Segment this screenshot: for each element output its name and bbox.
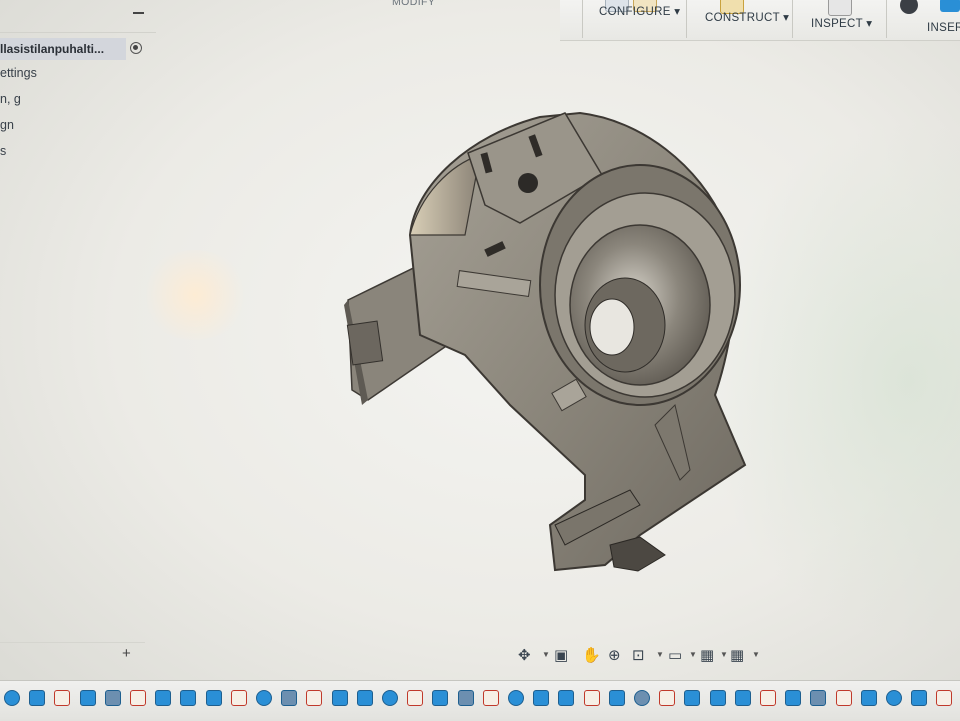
timeline-feature-icon[interactable] (734, 690, 751, 706)
tree-item-document-settings[interactable]: ettings (0, 66, 37, 80)
timeline-feature-icon[interactable] (205, 690, 222, 706)
timeline-feature-icon[interactable] (356, 690, 373, 706)
viewport-model[interactable] (340, 105, 760, 575)
toolbar-divider (886, 0, 887, 38)
through-hole (589, 298, 635, 356)
navigation-bar: ✥ ▼ ▣ ✋ ⊕ ⊡ ▼ ▭ ▼ ▦ ▼ ▦ ▼ (512, 642, 772, 668)
display-settings-icon[interactable]: ▭ (668, 646, 682, 664)
timeline-feature-icon[interactable] (659, 690, 676, 706)
chevron-down-icon[interactable]: ▼ (689, 650, 697, 659)
timeline-feature-icon[interactable] (54, 690, 71, 706)
timeline-feature-icon[interactable] (4, 690, 20, 706)
timeline-feature-icon[interactable] (810, 690, 827, 706)
pan-icon[interactable]: ✋ (582, 646, 601, 664)
timeline-feature-icon[interactable] (634, 690, 650, 706)
timeline-feature-icon[interactable] (331, 690, 348, 706)
construct-menu[interactable]: CONSTRUCT ▾ (705, 10, 789, 24)
modify-menu[interactable]: MODIFY (392, 0, 435, 8)
timeline-feature-icon[interactable] (407, 690, 424, 706)
timeline-feature-icon[interactable] (583, 690, 600, 706)
browser-panel: llasistilanpuhalti... ettings n, g gn s (0, 0, 160, 200)
timeline-feature-icon[interactable] (508, 690, 524, 706)
timeline-feature-icon[interactable] (760, 690, 776, 706)
timeline-feature-icon[interactable] (256, 690, 272, 706)
timeline-feature-icon[interactable] (180, 690, 197, 706)
timeline-feature-icon[interactable] (558, 690, 575, 706)
timeline-feature-icon[interactable] (281, 690, 298, 706)
inspect-menu[interactable]: INSPECT ▾ (811, 16, 872, 30)
top-toolbar: MODIFY CONFIGURE ▾ CONSTRUCT ▾ INSPECT ▾… (392, 0, 960, 41)
timeline-feature-icon[interactable] (104, 690, 121, 706)
toolbar-divider (792, 0, 793, 38)
timeline-feature-icon[interactable] (29, 690, 46, 706)
arm-tab (346, 320, 384, 366)
collapse-icon[interactable] (133, 12, 144, 14)
timeline-feature-icon[interactable] (306, 690, 323, 706)
orbit-icon[interactable]: ✥ (518, 646, 531, 664)
timeline-feature-icon[interactable] (608, 690, 625, 706)
add-comment-button[interactable]: + (122, 645, 131, 662)
document-node[interactable]: llasistilanpuhalti... (0, 38, 126, 60)
screen-glare (140, 250, 250, 340)
timeline-feature-icon[interactable] (130, 690, 146, 706)
insert-menu[interactable]: INSER (927, 22, 960, 34)
timeline-feature-icon[interactable] (457, 690, 474, 706)
fit-icon[interactable]: ⊡ (632, 646, 645, 664)
timeline-feature-icon[interactable] (533, 690, 550, 706)
timeline-feature-icon[interactable] (79, 690, 96, 706)
timeline-feature-icon[interactable] (382, 690, 398, 706)
grid-icon[interactable]: ▦ (700, 646, 714, 664)
tree-item-origin[interactable]: s (0, 144, 6, 158)
timeline-feature-icon[interactable] (709, 690, 726, 706)
timeline-feature-icon[interactable] (860, 690, 877, 706)
configure-menu[interactable]: CONFIGURE ▾ (599, 4, 680, 18)
chevron-down-icon[interactable]: ▼ (656, 650, 664, 659)
timeline-feature-icon[interactable] (911, 690, 928, 706)
active-radio-icon[interactable] (130, 42, 142, 54)
timeline-feature-icon[interactable] (886, 690, 902, 706)
insert-icon[interactable] (900, 0, 918, 14)
look-at-icon[interactable]: ▣ (554, 646, 568, 664)
timeline-feature-icon[interactable] (155, 690, 172, 706)
timeline-feature-icon[interactable] (230, 690, 247, 706)
timeline-feature-icon[interactable] (482, 690, 499, 706)
bolt-hole-icon (518, 173, 538, 193)
toolbar-divider (686, 0, 687, 38)
timeline-feature-icon[interactable] (936, 690, 953, 706)
chevron-down-icon[interactable]: ▼ (752, 650, 760, 659)
timeline-feature-icon[interactable] (432, 690, 449, 706)
timeline-feature-icon[interactable] (785, 690, 802, 706)
toolbar-divider (582, 0, 583, 38)
timeline-feature-icon[interactable] (684, 690, 701, 706)
zoom-icon[interactable]: ⊕ (608, 646, 621, 664)
tree-item-named-views[interactable]: gn (0, 118, 14, 132)
viewports-icon[interactable]: ▦ (730, 646, 744, 664)
insert-icon-2[interactable] (940, 0, 960, 12)
tree-item-units[interactable]: n, g (0, 92, 21, 106)
timeline-feature-icon[interactable] (835, 690, 852, 706)
chevron-down-icon[interactable]: ▼ (720, 650, 728, 659)
inspect-icon[interactable] (828, 0, 852, 16)
chevron-down-icon[interactable]: ▼ (542, 650, 550, 659)
timeline-bar (0, 680, 960, 721)
